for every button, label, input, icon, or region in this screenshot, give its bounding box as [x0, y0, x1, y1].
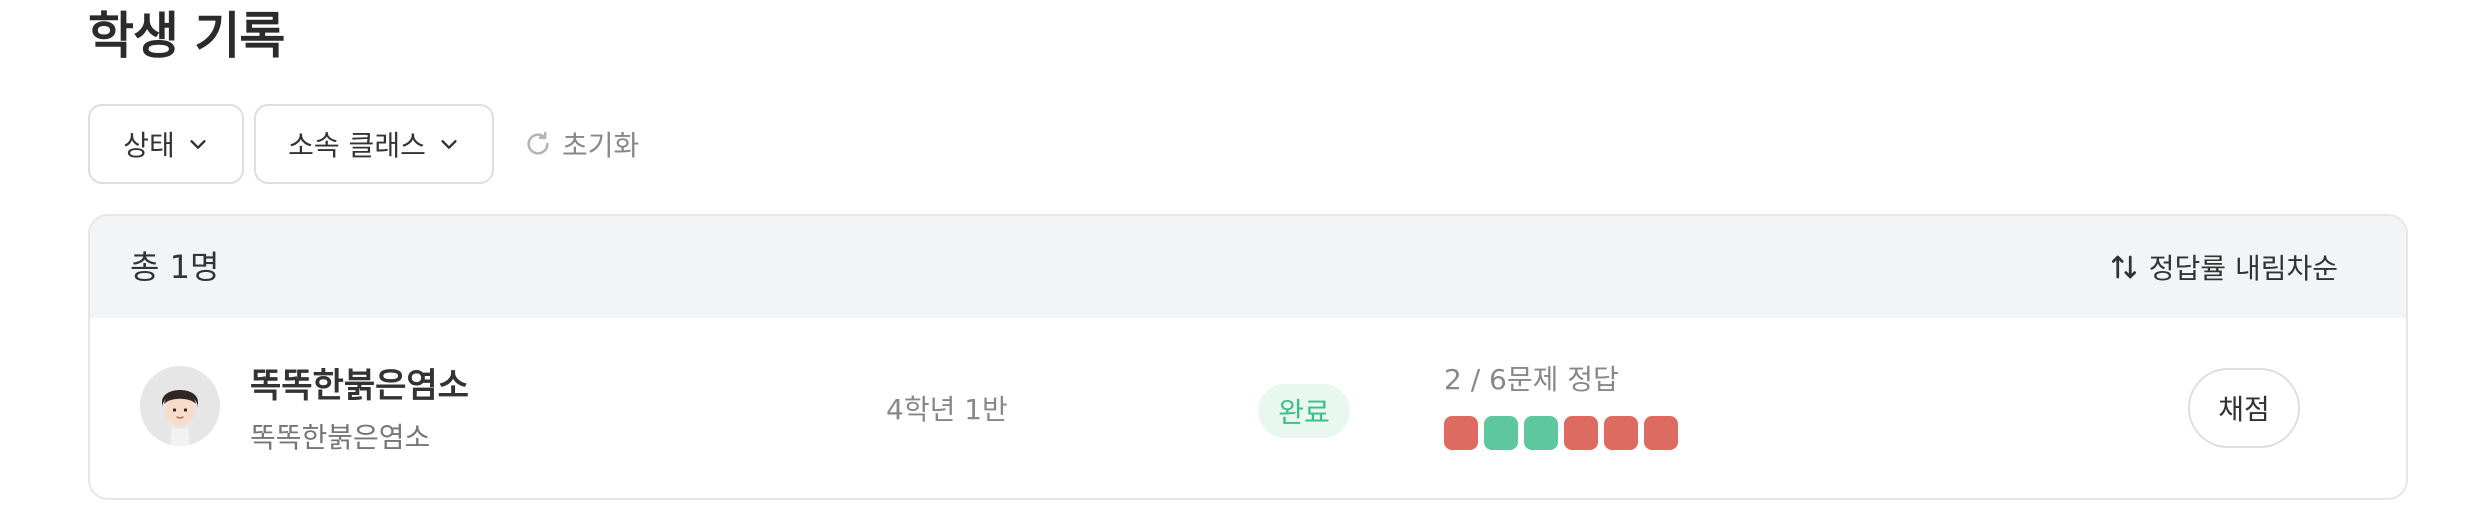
result-summary: 2 / 6문제 정답 [1444, 363, 1619, 396]
sort-label: 정답률 내림차순 [2148, 252, 2338, 285]
sort-button[interactable]: 정답률 내림차순 [2109, 216, 2338, 318]
page-title: 학생 기록 [88, 7, 285, 65]
chevron-down-icon [441, 140, 457, 149]
student-table: 총 1명 정답률 내림차순 똑똑한붉은염소 똑똑한붉은염소 4학년 1반 완료 … [88, 214, 2408, 500]
sort-arrows-icon [2111, 255, 2136, 279]
answer-marks [1444, 416, 1678, 450]
student-subname: 똑똑한붉은염소 [250, 421, 431, 454]
student-records-page: 학생 기록 상태 소속 클래스 초기화 총 1명 정답률 내림차순 똑똑한붉은염… [0, 0, 2472, 530]
refresh-icon [527, 131, 549, 155]
status-badge: 완료 [1258, 384, 1350, 438]
table-row[interactable]: 똑똑한붉은염소 똑똑한붉은염소 4학년 1반 완료 2 / 6문제 정답 채점 [90, 318, 2406, 498]
answer-mark-incorrect [1604, 416, 1638, 450]
class-filter-label: 소속 클래스 [288, 129, 426, 162]
chevron-down-icon [190, 140, 206, 149]
status-filter-button[interactable]: 상태 [88, 104, 244, 184]
total-count: 총 1명 [130, 248, 220, 286]
answer-mark-incorrect [1564, 416, 1598, 450]
status-filter-label: 상태 [123, 129, 175, 162]
student-class: 4학년 1반 [886, 393, 1008, 426]
class-filter-button[interactable]: 소속 클래스 [254, 104, 494, 184]
student-name: 똑똑한붉은염소 [250, 366, 469, 406]
answer-mark-correct [1484, 416, 1518, 450]
answer-mark-incorrect [1644, 416, 1678, 450]
table-header: 총 1명 정답률 내림차순 [90, 216, 2406, 318]
reset-label: 초기화 [562, 129, 640, 162]
reset-filters-button[interactable]: 초기화 [524, 104, 639, 184]
answer-mark-correct [1524, 416, 1558, 450]
answer-mark-incorrect [1444, 416, 1478, 450]
grade-button[interactable]: 채점 [2188, 368, 2300, 448]
student-avatar [140, 366, 220, 446]
